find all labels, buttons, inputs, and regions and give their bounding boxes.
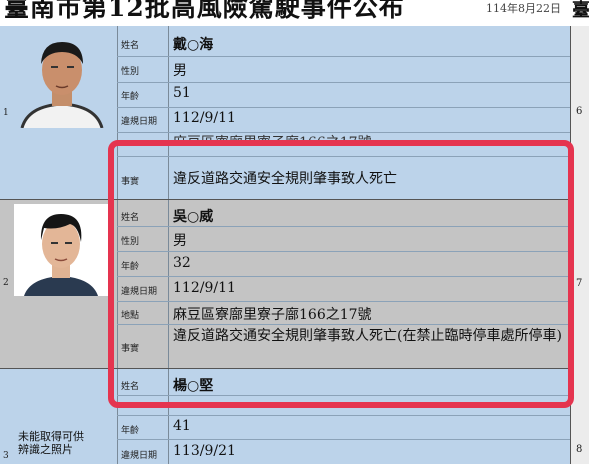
driver-age: 51 — [173, 85, 191, 101]
driver-name: 戴○海 — [173, 37, 214, 53]
violation-place-partial: 麻豆區寮廍里寮子廍166之17號 — [173, 132, 372, 140]
driver-age: 41 — [173, 418, 191, 434]
highlight-box — [108, 140, 574, 408]
violation-date-label: 違規日期 — [121, 451, 158, 461]
page-title: 臺南市第12批高風險駕駛事件公布 — [4, 0, 405, 22]
publish-date: 114年8月22日 — [486, 2, 561, 15]
no-photo-note: 未能取得可供辨識之照片 — [18, 430, 84, 456]
count-1: 6 — [576, 106, 583, 117]
driver-gender: 男 — [173, 63, 187, 79]
record-number: 3 — [3, 451, 9, 461]
count-2: 7 — [576, 278, 583, 289]
name-label: 姓名 — [121, 41, 140, 51]
record-number: 1 — [3, 108, 9, 118]
driver-photo — [14, 32, 110, 128]
age-label: 年齡 — [121, 92, 140, 102]
record-number: 2 — [3, 278, 9, 288]
count-3: 8 — [576, 444, 583, 455]
violation-date-label: 違規日期 — [121, 117, 158, 127]
violation-date: 113/9/21 — [173, 443, 236, 459]
title-continuation: 臺 — [572, 0, 589, 21]
gender-label: 性別 — [121, 67, 140, 77]
violation-date: 112/9/11 — [173, 110, 236, 126]
driver-photo — [14, 204, 108, 296]
age-label: 年齡 — [121, 426, 140, 436]
